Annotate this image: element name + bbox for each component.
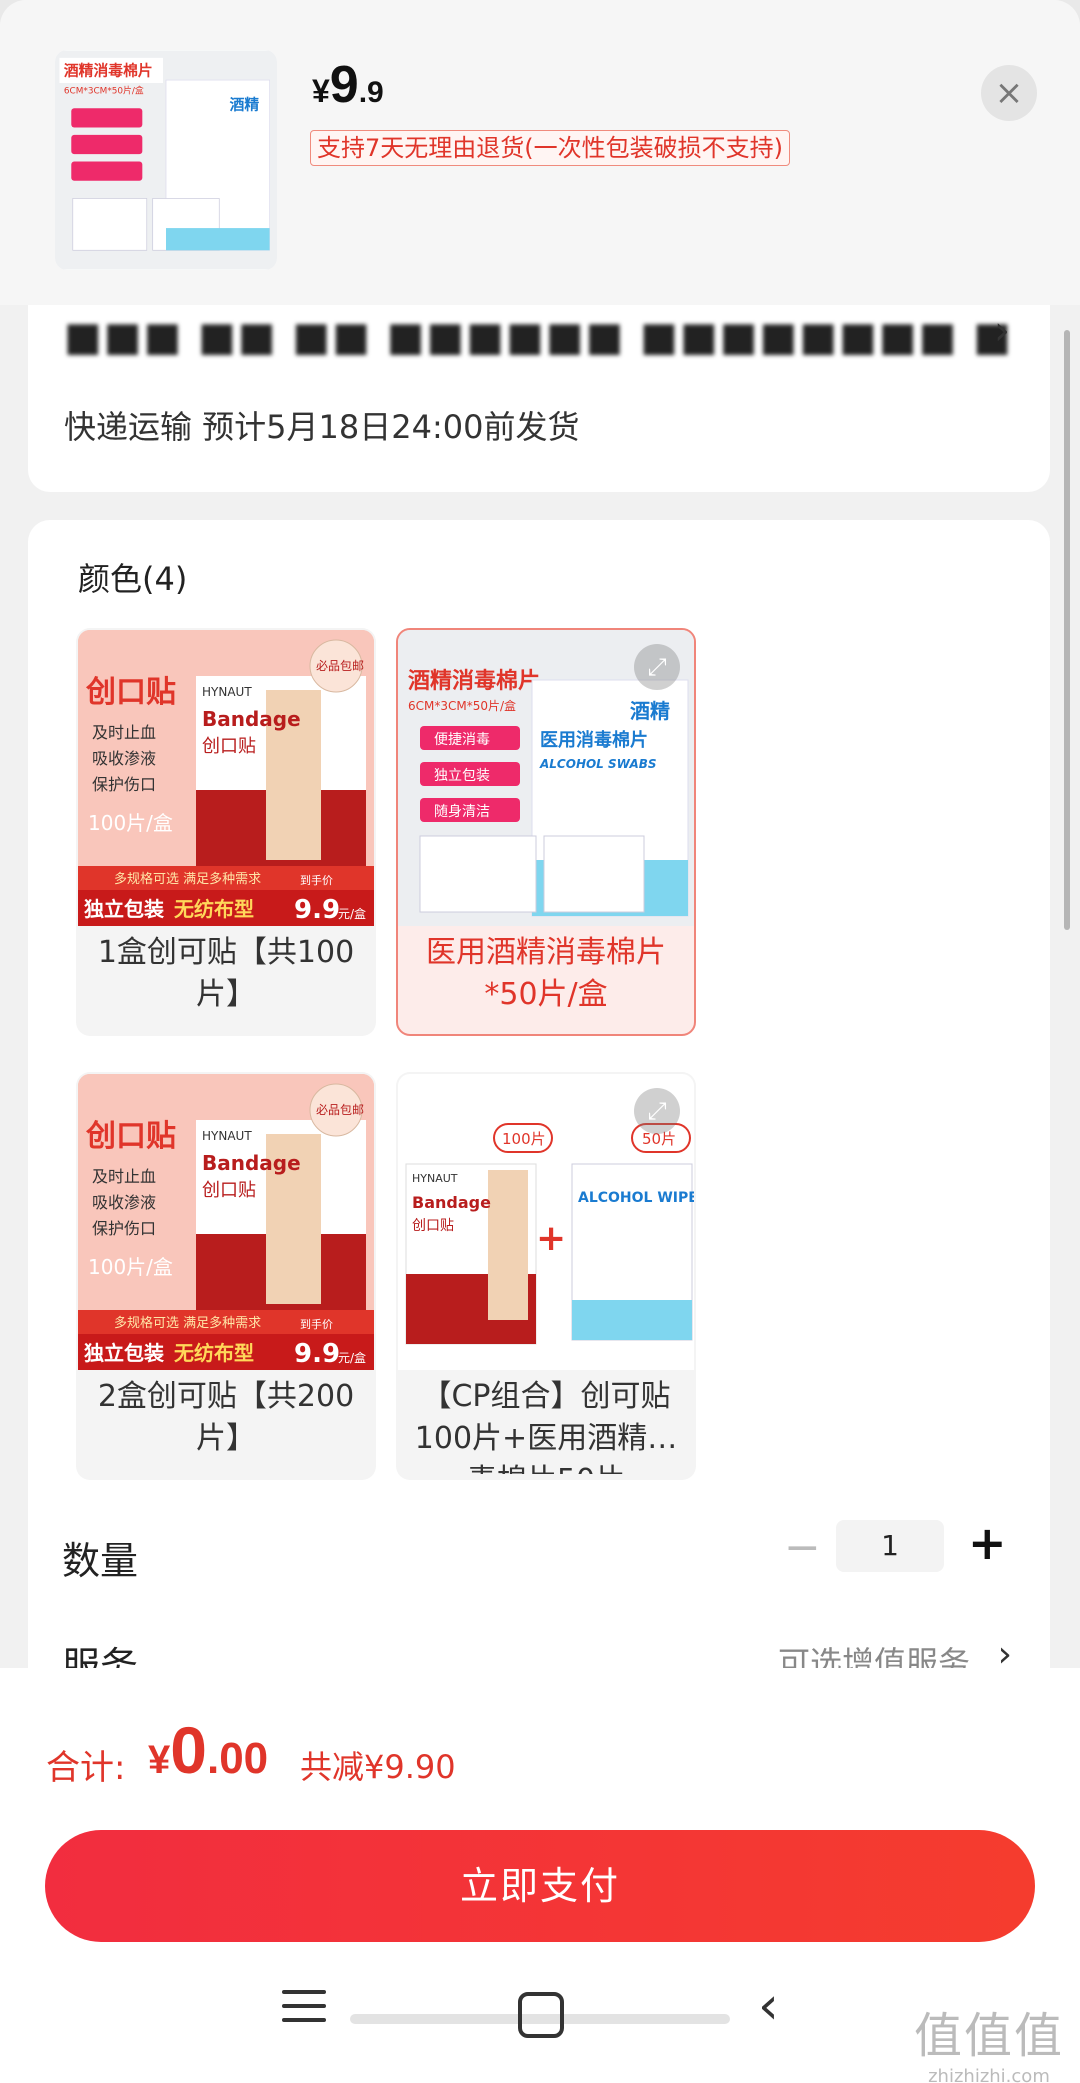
- svg-text:随身清洁: 随身清洁: [434, 804, 490, 820]
- svg-text:100片: 100片: [502, 1130, 546, 1148]
- product-thumbnail: 酒精消毒棉片 6CM*3CM*50片/盒 酒精: [55, 50, 277, 270]
- system-nav-bar: ‹ 值值值 zhizhizhi.com: [0, 1976, 1080, 2083]
- svg-text:ALCOHOL SWABS: ALCOHOL SWABS: [539, 757, 657, 771]
- svg-text:元/盒: 元/盒: [338, 1350, 366, 1365]
- svg-text:酒精: 酒精: [630, 699, 670, 723]
- quantity-increase-button[interactable]: +: [968, 1516, 1007, 1570]
- option-image-alcohol-swabs: 酒精消毒棉片 6CM*3CM*50片/盒 便捷消毒 独立包装 随身清洁 酒精 医…: [398, 630, 694, 926]
- checkout-footer: 合计: ¥0.00 共减¥9.90 立即支付 ‹ 值值值 zhizhizhi.c…: [0, 1668, 1080, 2083]
- option-label: 医用酒精消毒棉片*50片/盒: [426, 935, 666, 1012]
- svg-text:保护伤口: 保护伤口: [92, 775, 156, 794]
- price: ¥9.9: [312, 56, 384, 114]
- svg-text:创口贴: 创口贴: [412, 1218, 454, 1234]
- close-icon: ×: [994, 73, 1024, 113]
- svg-text:9.9: 9.9: [294, 1339, 340, 1369]
- svg-text:及时止血: 及时止血: [92, 723, 156, 742]
- svg-text:创口贴: 创口贴: [85, 675, 176, 710]
- svg-text:多规格可选 满足多种需求: 多规格可选 满足多种需求: [114, 1315, 261, 1331]
- watermark: 值值值 zhizhizhi.com: [913, 2008, 1064, 2083]
- home-icon[interactable]: [518, 1992, 564, 2038]
- svg-text:便捷消毒: 便捷消毒: [434, 732, 490, 748]
- total-label: 合计:: [46, 1748, 126, 1788]
- svg-text:ALCOHOL WIPES: ALCOHOL WIPES: [578, 1190, 694, 1206]
- quantity-label: 数量: [62, 1539, 139, 1583]
- svg-text:独立包装: 独立包装: [84, 1341, 164, 1365]
- address-text-blurred: ■■■ ■■ ■■ ■■■■■■ ■■■■■■■■ ■: [64, 314, 1014, 360]
- svg-text:无纺布型: 无纺布型: [174, 897, 254, 921]
- svg-text:元/盒: 元/盒: [338, 906, 366, 921]
- close-button[interactable]: ×: [981, 65, 1037, 121]
- chevron-right-icon: ›: [994, 308, 1010, 354]
- option-label: 1盒创可贴【共100片】: [97, 935, 355, 1012]
- svg-text:酒精: 酒精: [230, 96, 260, 114]
- svg-text:到手价: 到手价: [300, 1317, 333, 1331]
- pay-now-button[interactable]: 立即支付: [45, 1830, 1035, 1942]
- svg-text:6CM*3CM*50片/盒: 6CM*3CM*50片/盒: [408, 698, 516, 713]
- return-policy-badge: 支持7天无理由退货(一次性包装破损不支持): [310, 130, 790, 166]
- option-label: 【CP组合】创可贴100片+医用酒精消毒棉片50片: [414, 1379, 678, 1474]
- quantity-input[interactable]: 1: [836, 1520, 944, 1572]
- svg-text:吸收渗液: 吸收渗液: [92, 1193, 156, 1212]
- svg-text:多规格可选 满足多种需求: 多规格可选 满足多种需求: [114, 871, 261, 887]
- svg-text:100片/盒: 100片/盒: [88, 811, 173, 835]
- quantity-decrease-button[interactable]: −: [784, 1522, 821, 1573]
- options-card: 颜色(4) 创口贴 及时止血 吸收渗液 保护伤口 100片/盒 HYNAUT B…: [28, 520, 1050, 1720]
- svg-text:创口贴: 创口贴: [202, 736, 256, 757]
- discount-amount: 共减¥9.90: [300, 1748, 456, 1786]
- svg-text:6CM*3CM*50片/盒: 6CM*3CM*50片/盒: [64, 84, 144, 96]
- svg-text:HYNAUT: HYNAUT: [412, 1172, 458, 1185]
- scrollbar[interactable]: [1064, 330, 1070, 930]
- shipping-estimate: 快递运输 预计5月18日24:00前发货: [64, 408, 580, 446]
- option-item-2[interactable]: 酒精消毒棉片 6CM*3CM*50片/盒 便捷消毒 独立包装 随身清洁 酒精 医…: [396, 628, 696, 1036]
- svg-text:创口贴: 创口贴: [202, 1180, 256, 1201]
- option-item-1[interactable]: 创口贴 及时止血 吸收渗液 保护伤口 100片/盒 HYNAUT Bandage…: [76, 628, 376, 1036]
- expand-icon[interactable]: ⤢: [634, 1088, 680, 1134]
- svg-text:保护伤口: 保护伤口: [92, 1219, 156, 1238]
- svg-text:Bandage: Bandage: [202, 707, 301, 731]
- svg-text:Bandage: Bandage: [412, 1193, 491, 1212]
- svg-text:HYNAUT: HYNAUT: [202, 1129, 252, 1143]
- back-icon[interactable]: ‹: [758, 1976, 779, 2036]
- expand-icon[interactable]: ⤢: [634, 644, 680, 690]
- option-item-3[interactable]: 创口贴 及时止血 吸收渗液 保护伤口 100片/盒 HYNAUT Bandage…: [76, 1072, 376, 1480]
- svg-text:吸收渗液: 吸收渗液: [92, 749, 156, 768]
- svg-text:HYNAUT: HYNAUT: [202, 685, 252, 699]
- option-image-bandage: 创口贴 及时止血 吸收渗液 保护伤口 100片/盒 HYNAUT Bandage…: [78, 630, 374, 926]
- option-label: 2盒创可贴【共200片】: [97, 1379, 355, 1456]
- svg-text:医用消毒棉片: 医用消毒棉片: [540, 729, 648, 751]
- svg-text:酒精消毒棉片: 酒精消毒棉片: [64, 62, 153, 80]
- recent-apps-icon[interactable]: [282, 1990, 326, 2032]
- svg-text:无纺布型: 无纺布型: [174, 1341, 254, 1365]
- svg-text:必品包邮: 必品包邮: [316, 1103, 364, 1117]
- svg-text:独立包装: 独立包装: [434, 768, 490, 784]
- sku-selector-sheet: 酒精消毒棉片 6CM*3CM*50片/盒 酒精 ¥9.9 支持7天无理由退货(一…: [0, 0, 1080, 2083]
- color-section-title: 颜色(4): [78, 560, 188, 598]
- svg-text:+: +: [536, 1218, 566, 1259]
- svg-text:到手价: 到手价: [300, 873, 333, 887]
- svg-text:Bandage: Bandage: [202, 1151, 301, 1175]
- svg-text:100片/盒: 100片/盒: [88, 1255, 173, 1279]
- svg-text:9.9: 9.9: [294, 895, 340, 925]
- svg-text:独立包装: 独立包装: [84, 897, 164, 921]
- total-price: ¥0.00: [148, 1713, 269, 1787]
- option-image-combo: HYNAUT Bandage 创口贴 + ALCOHOL WIPES 100片 …: [398, 1074, 694, 1370]
- svg-text:创口贴: 创口贴: [85, 1119, 176, 1154]
- product-header: 酒精消毒棉片 6CM*3CM*50片/盒 酒精 ¥9.9 支持7天无理由退货(一…: [0, 0, 1080, 305]
- svg-text:酒精消毒棉片: 酒精消毒棉片: [408, 668, 540, 694]
- svg-text:必品包邮: 必品包邮: [316, 659, 364, 673]
- option-image-bandage: 创口贴 及时止血 吸收渗液 保护伤口 100片/盒 HYNAUT Bandage…: [78, 1074, 374, 1370]
- option-item-4[interactable]: HYNAUT Bandage 创口贴 + ALCOHOL WIPES 100片 …: [396, 1072, 696, 1480]
- svg-text:及时止血: 及时止血: [92, 1167, 156, 1186]
